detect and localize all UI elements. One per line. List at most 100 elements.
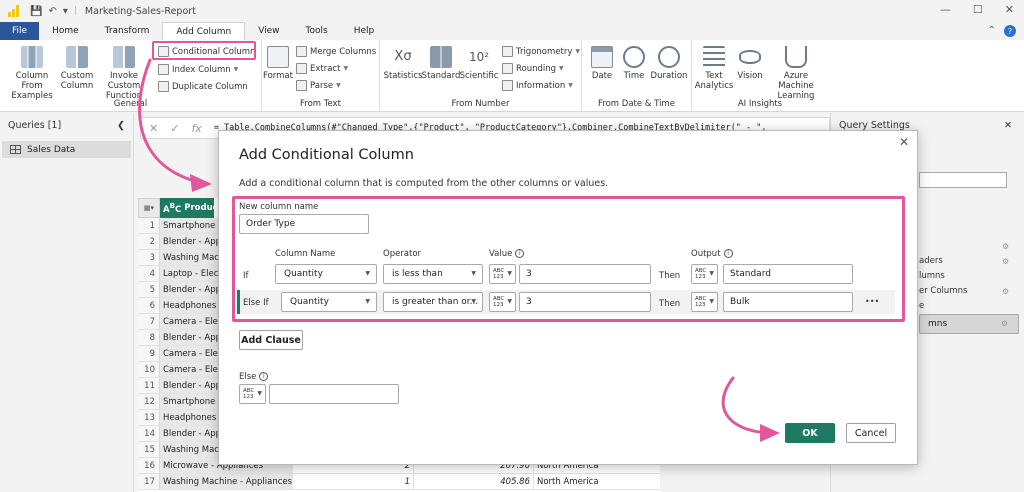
cancel-button[interactable]: Cancel	[846, 423, 896, 443]
dialog-title: Add Conditional Column	[239, 147, 414, 163]
if-value-input[interactable]: 3	[519, 264, 651, 284]
ok-button[interactable]: OK	[785, 423, 835, 443]
else-if-value-type-button[interactable]: ABC 123▼	[489, 292, 516, 312]
document-title: Marketing-Sales-Report	[85, 6, 196, 17]
chevron-down-icon: ▼	[507, 271, 512, 277]
row-number: 2	[138, 234, 160, 249]
tab-file[interactable]: File	[0, 22, 39, 40]
more-options-icon[interactable]: •••	[865, 297, 879, 306]
else-if-output-type-button[interactable]: ABC 123▼	[691, 292, 718, 312]
tab-home[interactable]: Home	[39, 22, 92, 40]
tab-tools[interactable]: Tools	[293, 22, 341, 40]
gear-icon[interactable]: ⚙	[1002, 284, 1009, 299]
if-column-select[interactable]: Quantity▼	[275, 264, 377, 284]
gear-icon[interactable]: ⚙	[1002, 254, 1009, 269]
statistics-icon: Xσ	[392, 46, 414, 68]
column-from-examples-button[interactable]: Column From Examples	[4, 46, 60, 101]
else-if-operator-select[interactable]: is greater than or...▼	[383, 292, 483, 312]
else-label: Elsei	[239, 372, 268, 382]
info-icon[interactable]: i	[724, 249, 733, 258]
query-name-input[interactable]	[919, 172, 1007, 188]
maximize-icon[interactable]: ☐	[973, 3, 983, 16]
text-analytics-button[interactable]: Format Text Analytics	[696, 46, 732, 91]
else-value-input[interactable]	[269, 384, 399, 404]
format-button[interactable]: Format	[262, 46, 294, 81]
row-number: 15	[138, 442, 160, 457]
custom-column-button[interactable]: Custom Column	[60, 46, 94, 91]
scientific-button[interactable]: 10² Scientific	[460, 46, 498, 81]
parse-button[interactable]: Parse ▼	[296, 80, 341, 91]
help-icon[interactable]: ?	[1004, 25, 1016, 37]
extract-button[interactable]: Extract ▼	[296, 63, 348, 74]
if-operator-select[interactable]: is less than▼	[383, 264, 483, 284]
date-button[interactable]: Date	[588, 46, 616, 81]
applied-step[interactable]: lumns	[919, 269, 1019, 284]
index-column-button[interactable]: Index Column ▼	[158, 64, 238, 75]
if-output-input[interactable]: Standard	[723, 264, 853, 284]
collapse-ribbon-icon[interactable]: ⌃	[988, 25, 996, 37]
row-number: 13	[138, 410, 160, 425]
merge-columns-button[interactable]: Merge Columns	[296, 46, 376, 57]
else-if-column-select[interactable]: Quantity▼	[281, 292, 377, 312]
add-clause-button[interactable]: Add Clause	[239, 330, 303, 350]
chevron-down-icon: ▼	[507, 299, 512, 305]
then-label: Then	[659, 299, 680, 309]
info-icon[interactable]: i	[515, 249, 524, 258]
information-button[interactable]: Information ▼	[502, 80, 573, 91]
rounding-button[interactable]: Rounding ▼	[502, 63, 564, 74]
time-button[interactable]: Time	[620, 46, 648, 81]
rounding-icon	[502, 63, 513, 74]
row-number: 7	[138, 314, 160, 329]
tab-add-column[interactable]: Add Column	[162, 22, 245, 40]
close-dialog-icon[interactable]: ✕	[899, 135, 909, 149]
tab-view[interactable]: View	[245, 22, 292, 40]
applied-step[interactable]: ⚙	[919, 239, 1019, 254]
from-number-group-label: From Number	[380, 99, 581, 109]
applied-step[interactable]: e	[919, 299, 1019, 314]
scientific-icon: 10²	[468, 46, 490, 68]
query-item-sales-data[interactable]: Sales Data	[2, 141, 131, 158]
save-icon[interactable]: 💾	[30, 6, 42, 17]
applied-step[interactable]: aders⚙	[919, 254, 1019, 269]
if-value-type-button[interactable]: ABC 123▼	[489, 264, 516, 284]
merge-columns-icon	[296, 46, 307, 57]
collapse-panel-icon[interactable]: ❮	[117, 120, 125, 131]
statistics-button[interactable]: Xσ Statistics	[384, 46, 422, 81]
tab-transform[interactable]: Transform	[92, 22, 163, 40]
quick-access-dropdown-icon[interactable]: ▾	[63, 6, 68, 17]
invoke-function-icon	[113, 46, 135, 68]
info-icon[interactable]: i	[259, 372, 268, 381]
tab-help[interactable]: Help	[341, 22, 388, 40]
trigonometry-button[interactable]: Trigonometry ▼	[502, 46, 580, 57]
azure-machine-learning-button[interactable]: Azure Machine Learning	[766, 46, 826, 101]
commit-formula-icon[interactable]: ✓	[170, 122, 179, 135]
column-header-product[interactable]: ABC Product - ...	[160, 198, 214, 218]
standard-button[interactable]: Standard	[422, 46, 460, 81]
chevron-down-icon: ▼	[471, 293, 476, 311]
close-settings-icon[interactable]: ✕	[1004, 120, 1012, 131]
applied-step-selected[interactable]: mns⚙	[919, 314, 1019, 334]
column-name-header: Column Name	[275, 249, 335, 259]
gear-icon[interactable]: ⚙	[1002, 239, 1009, 254]
table-menu-icon[interactable]: ▦▾	[138, 198, 160, 218]
new-column-name-label: New column name	[239, 202, 318, 212]
new-column-name-input[interactable]: Order Type	[239, 214, 369, 234]
cancel-formula-icon[interactable]: ✕	[149, 122, 158, 135]
ribbon-group-from-text: Format Merge Columns Extract ▼ Parse ▼ F…	[262, 40, 380, 112]
duplicate-column-button[interactable]: Duplicate Column	[158, 81, 248, 92]
table-row[interactable]: 17Washing Machine - Appliances1405.86Nor…	[138, 474, 660, 490]
invoke-custom-function-button[interactable]: Invoke Custom Function	[94, 46, 154, 101]
if-output-type-button[interactable]: ABC 123▼	[691, 264, 718, 284]
close-window-icon[interactable]: ✕	[1005, 3, 1014, 16]
else-if-value-input[interactable]: 3	[519, 292, 651, 312]
minimize-icon[interactable]: —	[940, 3, 951, 16]
else-type-button[interactable]: ABC 123▼	[239, 384, 266, 404]
gear-icon[interactable]: ⚙	[1001, 315, 1008, 333]
undo-icon[interactable]: ↶	[48, 6, 56, 17]
power-bi-logo-icon	[8, 5, 20, 17]
else-if-output-input[interactable]: Bulk	[723, 292, 853, 312]
chevron-down-icon: ▼	[343, 65, 348, 72]
applied-step[interactable]: er Columns⚙	[919, 284, 1019, 299]
duration-button[interactable]: Duration	[650, 46, 688, 81]
vision-button[interactable]: Vision	[734, 46, 766, 81]
